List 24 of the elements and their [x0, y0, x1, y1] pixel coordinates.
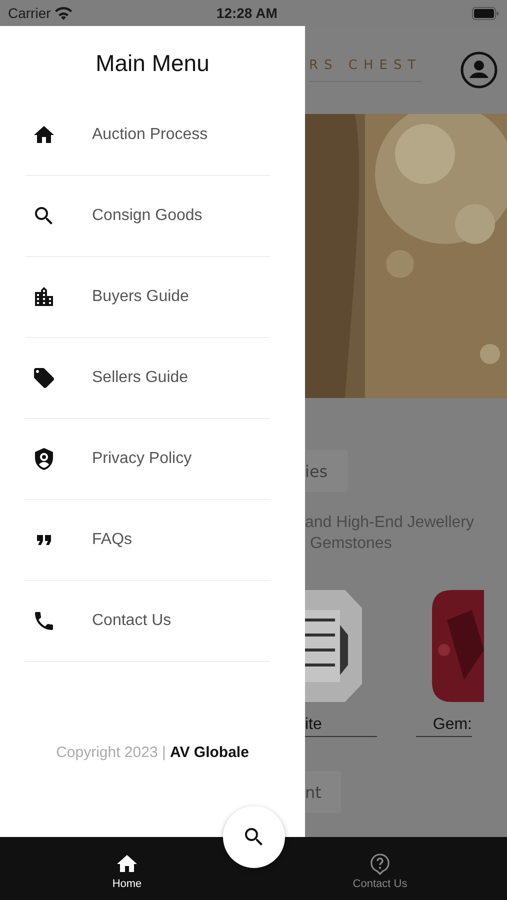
clock-time: 12:28 AM	[215, 5, 278, 21]
help-bubble-icon	[368, 852, 392, 876]
tag-icon	[32, 366, 56, 390]
menu-item[interactable]: Buyers Guide	[25, 257, 270, 338]
tab[interactable]: Contact Us	[330, 837, 430, 900]
menu-item[interactable]: Auction Process	[25, 95, 270, 176]
logo-text: RS CHEST	[309, 58, 422, 82]
tab[interactable]: Home	[77, 837, 177, 900]
buildings-icon	[32, 285, 56, 309]
category-label[interactable]: ite	[305, 716, 377, 737]
shield-icon	[32, 447, 56, 471]
battery-icon	[472, 6, 499, 20]
phone-icon	[32, 609, 56, 633]
menu-item[interactable]: Consign Goods	[25, 176, 270, 257]
copyright-text: Copyright 2023 | AV Globale	[55, 744, 250, 761]
menu-item[interactable]: FAQs	[25, 500, 270, 581]
profile-icon[interactable]	[460, 51, 498, 89]
drawer-title: Main Menu	[94, 50, 210, 77]
menu-item[interactable]: Privacy Policy	[25, 419, 270, 500]
carrier-name: Carrier	[8, 5, 51, 21]
category-label[interactable]: Gem:	[416, 716, 472, 737]
wifi-icon	[54, 6, 72, 20]
menu-item[interactable]: Sellers Guide	[25, 338, 270, 419]
menu-item[interactable]: Contact Us	[25, 581, 270, 662]
